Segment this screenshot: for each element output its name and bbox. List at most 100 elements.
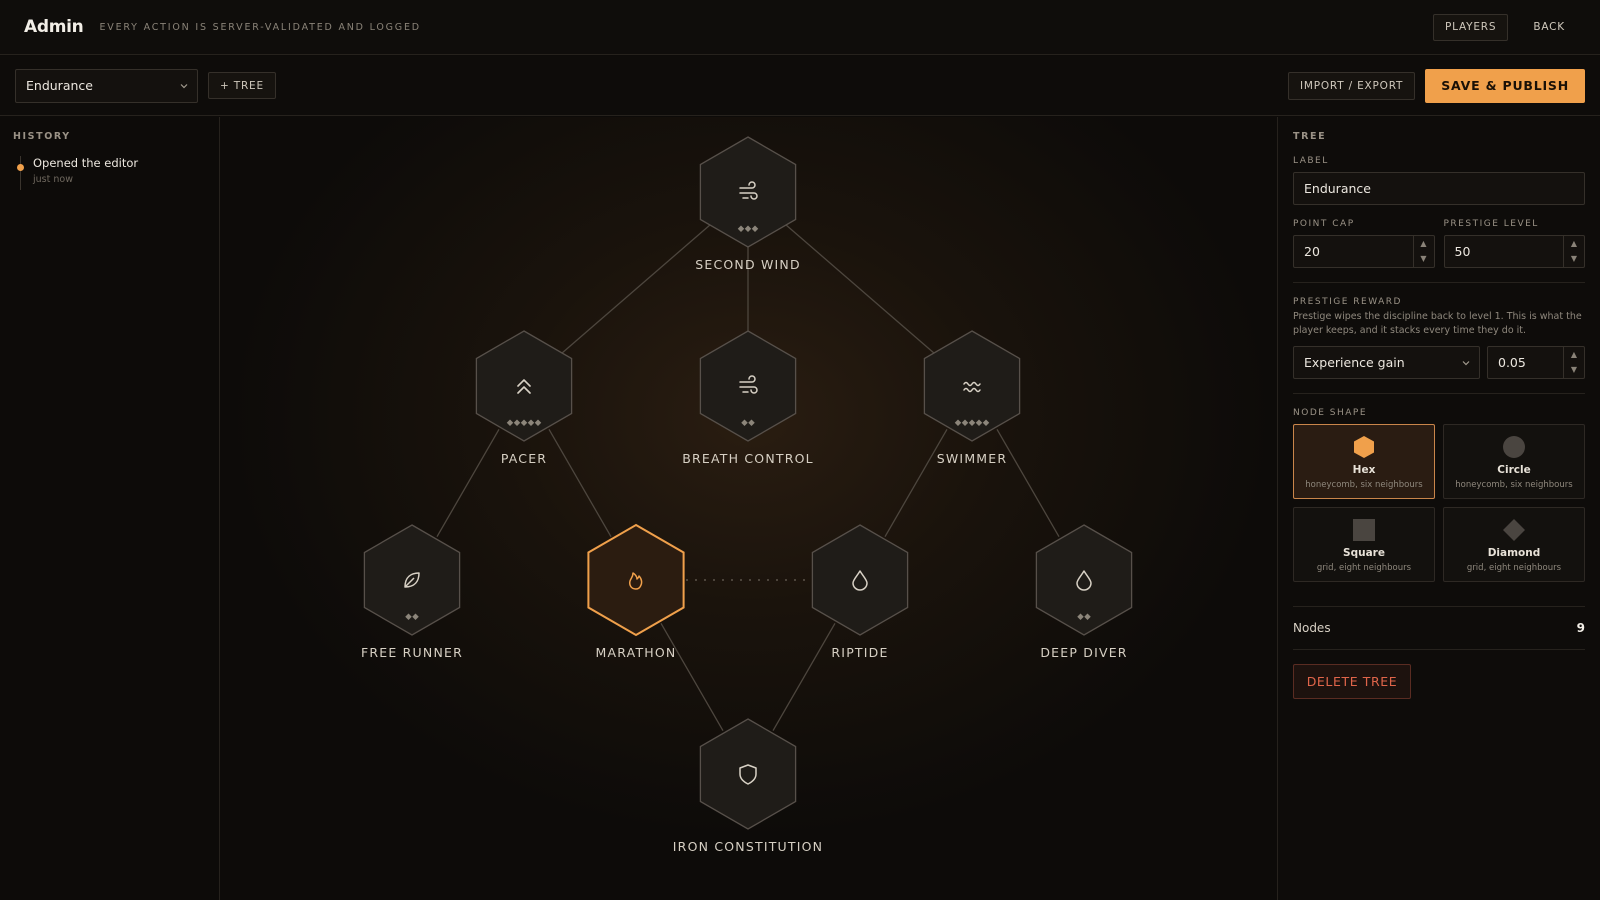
node-label: DEEP DIVER xyxy=(1040,645,1127,660)
reward-type-value: Experience gain xyxy=(1304,355,1405,370)
tree-edge xyxy=(548,428,612,538)
prestige-level-label: PRESTIGE LEVEL xyxy=(1443,219,1539,229)
node-label: MARATHON xyxy=(596,645,677,660)
skill-node-pacer[interactable]: PACER xyxy=(475,330,573,466)
nodes-stat-label: Nodes xyxy=(1293,621,1331,635)
history-entry[interactable]: Opened the editor just now xyxy=(13,156,206,190)
back-button[interactable]: BACK xyxy=(1522,14,1576,41)
point-cap-stepper[interactable]: ▲ ▼ xyxy=(1412,236,1434,267)
shape-option-diamond[interactable]: Diamond grid, eight neighbours xyxy=(1443,507,1585,582)
shape-desc: honeycomb, six neighbours xyxy=(1455,480,1573,490)
chevron-up-icon[interactable]: ▲ xyxy=(1564,347,1584,362)
shape-desc: grid, eight neighbours xyxy=(1316,563,1412,573)
tree-canvas[interactable]: SECOND WIND PACER BREATH CONTROL SWIMMER FRE… xyxy=(221,117,1276,900)
history-rail xyxy=(20,156,21,190)
skill-node-free-runner[interactable]: FREE RUNNER xyxy=(361,524,463,660)
history-dot xyxy=(17,164,24,171)
node-label: SECOND WIND xyxy=(695,257,801,272)
add-tree-button[interactable]: + TREE xyxy=(208,72,276,99)
node-label: IRON CONSTITUTION xyxy=(673,839,823,854)
point-cap-group: POINT CAP 20 ▲ ▼ xyxy=(1293,219,1435,268)
node-label: RIPTIDE xyxy=(831,645,888,660)
tree-select[interactable]: Endurance xyxy=(15,68,198,103)
skill-node-deep-diver[interactable]: DEEP DIVER xyxy=(1035,524,1133,660)
prestige-level-value: 50 xyxy=(1454,244,1471,259)
hex-node[interactable] xyxy=(699,718,797,830)
skill-node-riptide[interactable]: RIPTIDE xyxy=(811,524,909,660)
properties-panel: TREE LABEL Endurance POINT CAP 20 ▲ ▼ PR… xyxy=(1277,117,1600,900)
tree-edge xyxy=(996,428,1060,538)
hex-node[interactable] xyxy=(1035,524,1133,636)
tree-edge xyxy=(884,428,948,538)
toolbar: Endurance + TREE IMPORT / EXPORT SAVE & … xyxy=(0,56,1600,116)
chevron-down-icon[interactable]: ▼ xyxy=(1414,251,1434,266)
top-bar: Admin EVERY ACTION IS SERVER-VALIDATED A… xyxy=(0,0,1600,55)
reward-amount-stepper[interactable]: ▲ ▼ xyxy=(1563,347,1584,378)
chevron-down-icon[interactable]: ▼ xyxy=(1564,362,1584,377)
prestige-level-stepper[interactable]: ▲ ▼ xyxy=(1563,236,1584,267)
tree-edge xyxy=(436,428,500,538)
save-publish-button[interactable]: SAVE & PUBLISH xyxy=(1425,68,1585,103)
node-label: FREE RUNNER xyxy=(361,645,463,660)
shape-name: Circle xyxy=(1497,464,1531,476)
import-export-button[interactable]: IMPORT / EXPORT xyxy=(1287,71,1416,100)
label-input[interactable]: Endurance xyxy=(1293,172,1585,205)
reward-amount-input[interactable]: 0.05 ▲ ▼ xyxy=(1487,346,1585,379)
chevron-down-icon[interactable]: ▼ xyxy=(1564,251,1584,266)
node-label: BREATH CONTROL xyxy=(682,451,814,466)
history-entry-title: Opened the editor xyxy=(33,156,139,170)
players-button[interactable]: PLAYERS xyxy=(1432,13,1509,41)
label-field-label: LABEL xyxy=(1293,156,1329,166)
reward-type-select[interactable]: Experience gain xyxy=(1293,346,1480,379)
prestige-reward-group: PRESTIGE REWARD Prestige wipes the disci… xyxy=(1293,297,1585,379)
history-title: HISTORY xyxy=(13,131,71,142)
prestige-reward-hint: Prestige wipes the discipline back to le… xyxy=(1293,311,1582,336)
shape-name: Hex xyxy=(1352,464,1376,476)
shape-option-square[interactable]: Square grid, eight neighbours xyxy=(1293,507,1435,582)
prestige-reward-label: PRESTIGE REWARD xyxy=(1293,297,1402,307)
skill-node-swimmer[interactable]: SWIMMER xyxy=(923,330,1021,466)
diamond-icon xyxy=(1503,519,1525,541)
nodes-stat: Nodes 9 xyxy=(1293,621,1585,635)
tree-edge xyxy=(660,622,724,732)
chevron-up-icon[interactable]: ▲ xyxy=(1414,236,1434,251)
shape-option-circle[interactable]: Circle honeycomb, six neighbours xyxy=(1443,424,1585,499)
hex-node[interactable] xyxy=(699,330,797,442)
prestige-reward-row: Experience gain 0.05 ▲ ▼ xyxy=(1293,346,1585,379)
node-shape-group: NODE SHAPE Hex honeycomb, six neighbours… xyxy=(1293,408,1585,582)
prestige-level-input[interactable]: 50 ▲ ▼ xyxy=(1443,235,1585,268)
node-shape-grid: Hex honeycomb, six neighbours Circle hon… xyxy=(1293,424,1585,582)
reward-amount-value: 0.05 xyxy=(1498,355,1526,370)
brand-title: Admin xyxy=(24,17,84,37)
node-shape-label: NODE SHAPE xyxy=(1293,408,1368,418)
skill-node-iron-constitution[interactable]: IRON CONSTITUTION xyxy=(673,718,823,854)
shape-option-hex[interactable]: Hex honeycomb, six neighbours xyxy=(1293,424,1435,499)
cap-prestige-row: POINT CAP 20 ▲ ▼ PRESTIGE LEVEL 50 ▲ ▼ xyxy=(1293,219,1585,268)
node-label: SWIMMER xyxy=(937,451,1008,466)
circle-icon xyxy=(1503,436,1525,458)
hex-node[interactable] xyxy=(587,523,685,637)
shape-desc: honeycomb, six neighbours xyxy=(1305,480,1423,490)
shape-desc: grid, eight neighbours xyxy=(1466,563,1562,573)
tree-graph[interactable]: SECOND WIND PACER BREATH CONTROL SWIMMER FRE… xyxy=(221,117,1276,900)
point-cap-value: 20 xyxy=(1304,244,1320,259)
divider xyxy=(1293,606,1585,607)
nodes-stat-value: 9 xyxy=(1576,621,1585,635)
prestige-level-group: PRESTIGE LEVEL 50 ▲ ▼ xyxy=(1443,219,1585,268)
chevron-down-icon xyxy=(1462,361,1470,366)
shape-name: Square xyxy=(1343,547,1385,559)
tree-select-value: Endurance xyxy=(26,78,93,93)
skill-node-marathon[interactable]: MARATHON xyxy=(587,523,685,660)
hexagon-icon xyxy=(1354,436,1374,458)
tagline: EVERY ACTION IS SERVER-VALIDATED AND LOG… xyxy=(99,21,421,33)
tree-edge xyxy=(561,224,711,354)
point-cap-input[interactable]: 20 ▲ ▼ xyxy=(1293,235,1435,268)
delete-tree-button[interactable]: DELETE TREE xyxy=(1293,664,1411,699)
chevron-up-icon[interactable]: ▲ xyxy=(1564,236,1584,251)
skill-node-breath-control[interactable]: BREATH CONTROL xyxy=(682,330,814,466)
hex-node[interactable] xyxy=(811,524,909,636)
panel-title: TREE xyxy=(1293,131,1327,142)
chevron-down-icon xyxy=(180,83,188,88)
shape-name: Diamond xyxy=(1487,547,1541,559)
history-sidebar: HISTORY Opened the editor just now xyxy=(0,117,220,900)
